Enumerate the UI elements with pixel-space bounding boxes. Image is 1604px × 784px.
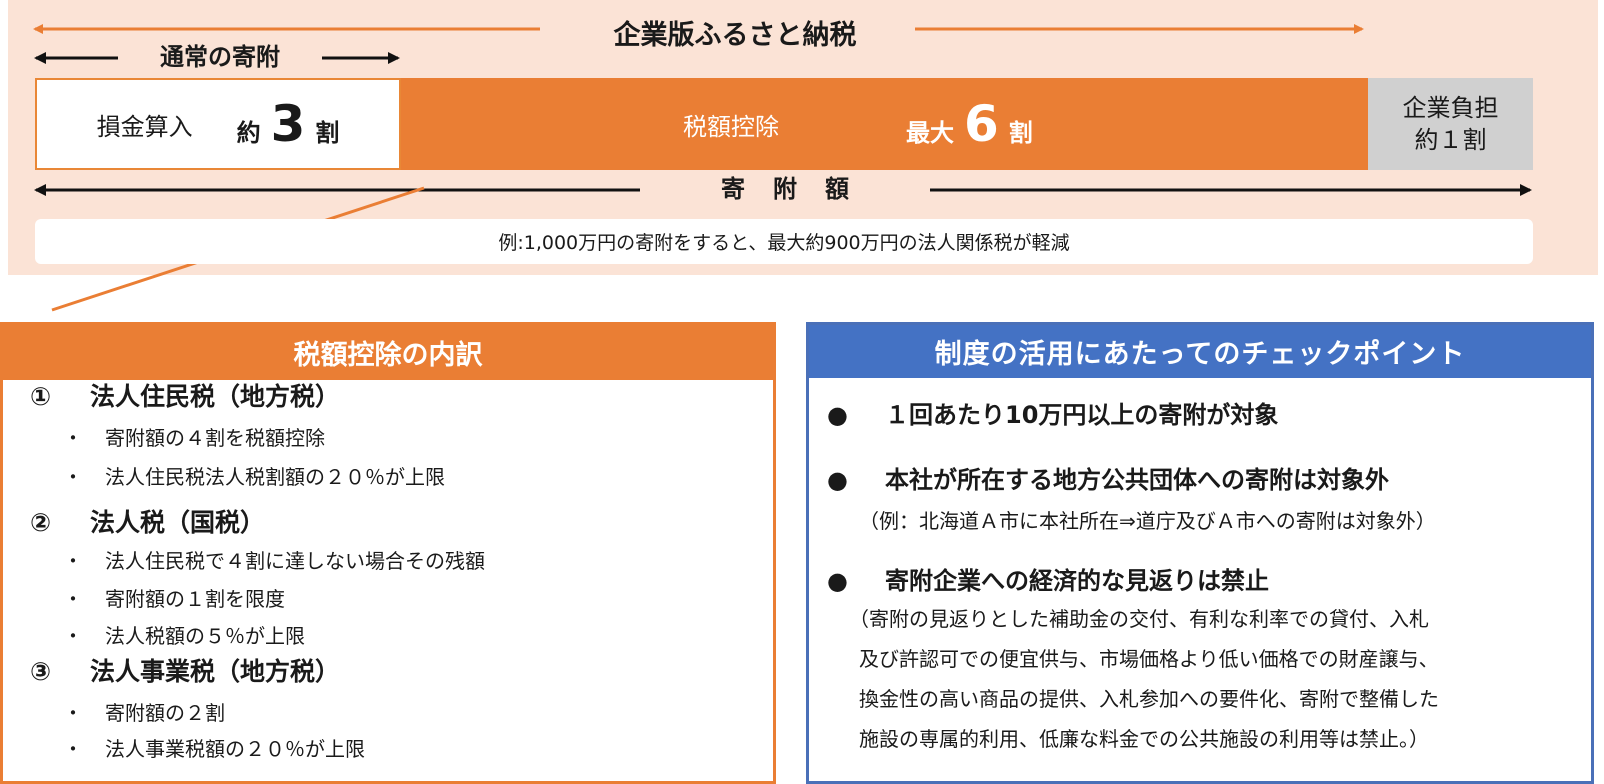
deduction-label: 損金算入 <box>96 112 193 141</box>
checkpoint-1: ● １回あたり10万円以上の寄附が対象 <box>827 401 1279 429</box>
tax-credit-segment: 税額控除 最大 6 割 <box>401 78 1368 170</box>
list-item: ・法人住民税法人税割額の２０％が上限 <box>63 465 445 489</box>
section-1-title: 法人住民税（地方税） <box>90 382 341 411</box>
donation-amount-label: 寄附額 <box>640 172 930 206</box>
bullet-icon: ● <box>827 466 848 494</box>
burden-line-2: 約１割 <box>1414 126 1487 154</box>
checkpoint-3: ● 寄附企業への経済的な見返りは禁止 <box>827 567 1269 595</box>
checkpoints-panel: 制度の活用にあたってのチェックポイント ● １回あたり10万円以上の寄附が対象 ●… <box>806 322 1594 784</box>
section-3-heading: ③ 法人事業税（地方税） <box>30 652 340 688</box>
list-item: ・寄附額の２割 <box>63 701 225 725</box>
example-box: 例:1,000万円の寄附をすると、最大約900万円の法人関係税が軽減 <box>35 219 1533 264</box>
checkpoint-3-note-line-2: 及び許認可での便宜供与、市場価格より低い価格での財産譲与、 <box>859 647 1439 671</box>
checkpoint-3-note-line-3: 換金性の高い商品の提供、入札参加への要件化、寄附で整備した <box>859 687 1439 711</box>
checkpoint-3-note-line-1: （寄附の見返りとした補助金の交付、有利な利率での貸付、入札 <box>849 607 1429 631</box>
tax-credit-suffix: 割 <box>1008 119 1033 147</box>
deduction-prefix: 約 <box>236 119 261 147</box>
list-item: ・法人住民税で４割に達しない場合その残額 <box>63 549 485 573</box>
tax-credit-value: 6 <box>964 95 999 153</box>
tax-credit-ratio: 最大 6 割 <box>906 78 1033 170</box>
tax-credit-label: 税額控除 <box>683 112 779 141</box>
list-item: ・法人税額の５％が上限 <box>63 624 305 648</box>
list-item: ・寄附額の１割を限度 <box>63 587 285 611</box>
section-3-title: 法人事業税（地方税） <box>90 657 341 686</box>
section-1-heading: ① 法人住民税（地方税） <box>30 377 340 413</box>
deduction-suffix: 割 <box>315 119 340 147</box>
normal-donation-label: 通常の寄附 <box>120 40 320 74</box>
checkpoint-3-note-line-4: 施設の専属的利用、低廉な料金での公共施設の利用等は禁止。） <box>859 727 1429 751</box>
breakdown-title: 税額控除の内訳 <box>3 325 773 380</box>
deduction-value: 3 <box>270 95 306 153</box>
checkpoint-2: ● 本社が所在する地方公共団体への寄附は対象外 <box>827 466 1389 494</box>
checkpoint-2-note: （例：北海道Ａ市に本社所在⇒道庁及びＡ市への寄附は対象外） <box>859 509 1436 533</box>
deduction-segment: 損金算入 約 3 割 <box>35 78 401 170</box>
list-item: ・法人事業税額の２０％が上限 <box>63 737 365 761</box>
section-3-number: ③ <box>30 657 52 686</box>
example-text: 例:1,000万円の寄附をすると、最大約900万円の法人関係税が軽減 <box>498 232 1070 254</box>
burden-line-1: 企業負担 <box>1402 94 1499 122</box>
section-2-heading: ② 法人税（国税） <box>30 503 265 539</box>
tax-credit-prefix: 最大 <box>906 119 954 147</box>
deduction-ratio: 約 3 割 <box>237 99 340 149</box>
list-item: ・寄附額の４割を税額控除 <box>63 426 325 450</box>
tax-credit-breakdown-panel: 税額控除の内訳 ① 法人住民税（地方税） ・寄附額の４割を税額控除 ・法人住民税法… <box>0 322 776 784</box>
checkpoints-title: 制度の活用にあたってのチェックポイント <box>809 325 1591 378</box>
furusato-title: 企業版ふるさと納税 <box>555 16 915 56</box>
company-burden-segment: 企業負担 約１割 <box>1368 78 1533 170</box>
section-1-number: ① <box>30 382 52 411</box>
bullet-icon: ● <box>827 567 848 595</box>
bullet-icon: ● <box>827 401 848 429</box>
section-2-number: ② <box>30 508 52 537</box>
section-2-title: 法人税（国税） <box>90 508 266 537</box>
